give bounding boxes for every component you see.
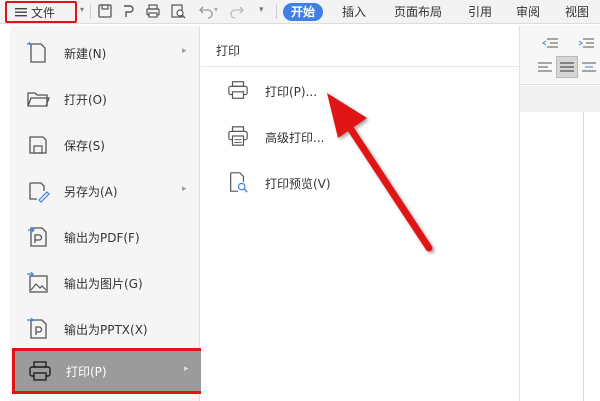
submenu-item-label: 高级打印... xyxy=(265,131,325,145)
document-margin xyxy=(520,86,600,112)
menu-item-label: 输出为PPTX(X) xyxy=(64,323,148,337)
folder-open-icon xyxy=(27,92,50,107)
menu-item-label: 输出为图片(G) xyxy=(64,277,143,291)
customize-toolbar-icon[interactable]: ▾ xyxy=(259,5,275,21)
submenu-item-advanced-print[interactable]: 高级打印... xyxy=(201,116,520,156)
export-pptx-icon xyxy=(27,317,47,339)
align-left-icon[interactable] xyxy=(538,61,552,73)
submenu-arrow-icon: ▸ xyxy=(182,184,187,194)
toolbar-separator xyxy=(276,4,277,19)
submenu-arrow-icon: ▸ xyxy=(182,46,187,56)
tab-home[interactable]: 开始 xyxy=(283,3,324,21)
undo-icon[interactable] xyxy=(198,3,214,19)
submenu-item-label: 打印(P)... xyxy=(265,85,318,99)
distributed-align-icon[interactable] xyxy=(582,61,596,73)
submenu-item-print-preview[interactable]: 打印预览(V) xyxy=(201,162,520,202)
tab-insert[interactable]: 插入 xyxy=(338,3,370,21)
increase-indent-icon[interactable] xyxy=(578,37,594,49)
save-icon xyxy=(29,136,47,154)
export-image-icon xyxy=(27,271,48,293)
tab-page-layout[interactable]: 页面布局 xyxy=(390,3,446,21)
print-preview-icon[interactable] xyxy=(170,3,186,19)
submenu-item-label: 打印预览(V) xyxy=(265,177,331,191)
menu-item-export-pptx[interactable]: 输出为PPTX(X) xyxy=(10,306,200,352)
print-icon xyxy=(29,361,51,381)
menu-item-label: 输出为PDF(F) xyxy=(64,231,140,245)
file-menu-label: 文件 xyxy=(31,5,56,20)
file-menu-panel: 新建(N) ▸ 打开(O) 保存(S) 另存为(A) ▸ 输出为PDF(F) 输… xyxy=(10,26,209,401)
quick-access-toolbar: 文件 ▾ ▾ ▾ 开始 插入 页面布局 引用 审阅 视图 xyxy=(0,0,600,24)
menu-item-print[interactable]: 打印(P) ▸ xyxy=(12,348,209,394)
new-document-icon xyxy=(27,41,46,63)
print-preview-icon xyxy=(230,172,248,193)
output-pdf-icon[interactable] xyxy=(120,3,136,19)
toolbar-separator xyxy=(90,4,91,19)
page-edge xyxy=(583,112,584,401)
file-menu-button[interactable]: 文件 xyxy=(5,1,77,23)
print-icon xyxy=(228,81,248,99)
menu-item-save[interactable]: 保存(S) xyxy=(10,122,200,168)
tab-view[interactable]: 视图 xyxy=(561,3,593,21)
redo-icon[interactable] xyxy=(229,3,245,19)
menu-item-export-pdf[interactable]: 输出为PDF(F) xyxy=(10,214,200,260)
undo-dropdown-icon[interactable]: ▾ xyxy=(214,5,230,21)
align-justify-button[interactable] xyxy=(556,56,578,78)
submenu-item-print[interactable]: 打印(P)... xyxy=(201,70,520,110)
export-pdf-icon xyxy=(28,227,47,247)
menu-icon xyxy=(15,8,27,17)
print-icon[interactable] xyxy=(145,3,161,19)
save-as-icon xyxy=(29,182,50,203)
print-submenu-panel: 打印 打印(P)... 高级打印... 打印预览(V) xyxy=(201,26,520,401)
submenu-divider xyxy=(201,66,520,67)
menu-item-save-as[interactable]: 另存为(A) ▸ xyxy=(10,168,200,214)
advanced-print-icon xyxy=(228,126,248,146)
save-icon[interactable] xyxy=(97,3,113,19)
file-menu-caret-icon[interactable]: ▾ xyxy=(80,5,84,14)
tab-review[interactable]: 审阅 xyxy=(512,3,544,21)
tab-references[interactable]: 引用 xyxy=(464,3,496,21)
submenu-arrow-icon: ▸ xyxy=(184,364,189,374)
decrease-indent-icon[interactable] xyxy=(542,37,558,49)
align-justify-icon xyxy=(560,62,574,72)
menu-item-label: 打印(P) xyxy=(66,365,107,379)
menu-item-open[interactable]: 打开(O) xyxy=(10,76,200,122)
menu-item-new[interactable]: 新建(N) ▸ xyxy=(10,30,200,76)
ribbon-fragment xyxy=(520,25,600,85)
submenu-title: 打印 xyxy=(216,44,241,58)
menu-item-label: 保存(S) xyxy=(64,139,105,153)
menu-item-export-image[interactable]: 输出为图片(G) xyxy=(10,260,200,306)
menu-item-label: 另存为(A) xyxy=(64,185,118,199)
menu-item-label: 新建(N) xyxy=(64,47,107,61)
menu-item-label: 打开(O) xyxy=(64,93,107,107)
